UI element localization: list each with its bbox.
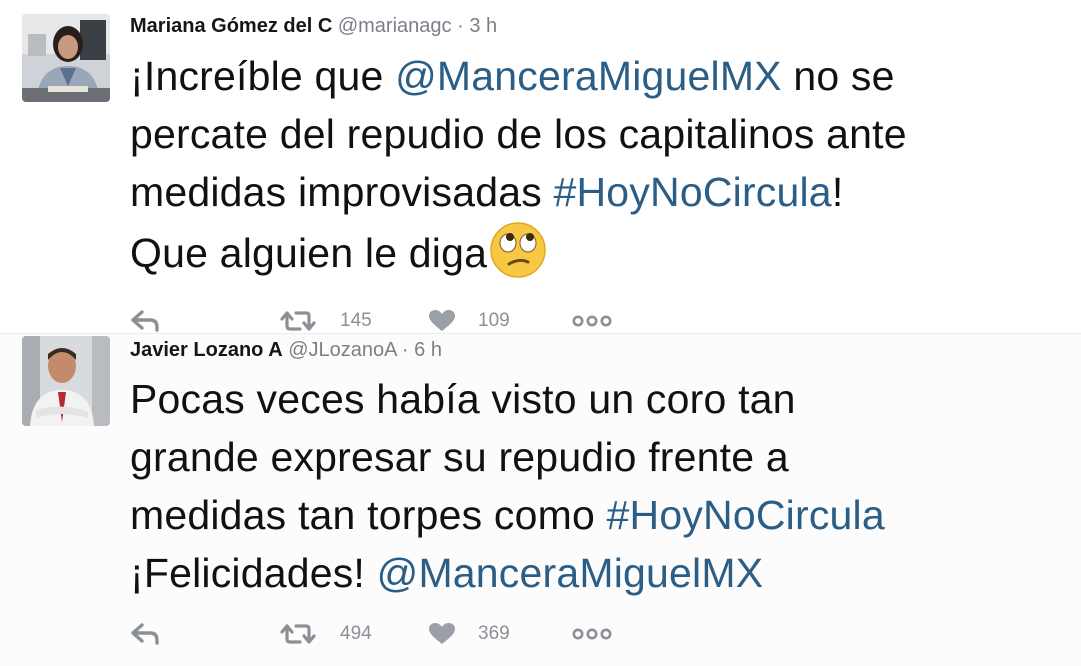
separator-dot: ·: [457, 15, 464, 37]
author-name[interactable]: Mariana Gómez del C: [130, 15, 332, 37]
tweet-text: ¡Increíble que @ManceraMiguelMX no se pe…: [130, 47, 1070, 294]
like-button[interactable]: 369: [428, 622, 510, 646]
reply-arrow-icon: [131, 623, 159, 645]
tweet-text-line: medidas improvisadas #HoyNoCircula!: [130, 163, 1070, 221]
text-segment: ¡Increíble que: [130, 53, 396, 99]
retweet-icon: [280, 624, 316, 644]
avatar[interactable]: [22, 14, 110, 102]
author-handle[interactable]: @marianagc: [338, 15, 452, 37]
heart-icon: [429, 310, 455, 331]
hashtag-link[interactable]: #HoyNoCircula: [554, 169, 832, 215]
text-segment: medidas improvisadas: [130, 169, 554, 215]
tweet-text-line: Que alguien le diga: [130, 221, 1070, 294]
text-segment: medidas tan torpes como: [130, 492, 607, 538]
tweet-text-line: medidas tan torpes como #HoyNoCircula: [130, 486, 1070, 544]
more-dots-icon: [572, 315, 612, 327]
face-with-rolling-eyes-emoji-icon: [489, 221, 547, 294]
tweet-text-line: ¡Increíble que @ManceraMiguelMX no se: [130, 47, 1070, 105]
hashtag-link[interactable]: #HoyNoCircula: [607, 492, 885, 538]
text-segment: ¡Felicidades!: [130, 550, 377, 596]
text-segment: Que alguien le diga: [130, 230, 488, 276]
tweet-header: Mariana Gómez del C @marianagc · 3 h: [130, 13, 497, 39]
reply-button[interactable]: [130, 309, 160, 333]
text-segment: Pocas veces había visto un coro tan: [130, 376, 796, 422]
retweet-count: 494: [340, 623, 372, 644]
tweet-text-line: ¡Felicidades! @ManceraMiguelMX: [130, 544, 1070, 602]
text-segment: percate del repudio de los capitalinos a…: [130, 111, 907, 157]
separator-dot: ·: [401, 339, 409, 361]
man-portrait-avatar-icon: [22, 336, 110, 426]
tweet: Mariana Gómez del C @marianagc · 3 h ¡In…: [0, 0, 1081, 333]
retweet-button[interactable]: 494: [278, 622, 372, 646]
retweet-icon: [280, 311, 316, 331]
more-button[interactable]: [572, 309, 612, 333]
tweet-text: Pocas veces había visto un coro tan gran…: [130, 370, 1070, 602]
text-segment: !: [831, 169, 844, 215]
mention-link[interactable]: @ManceraMiguelMX: [395, 53, 782, 99]
retweet-button[interactable]: 145: [278, 309, 372, 333]
timestamp[interactable]: 3 h: [469, 15, 497, 37]
like-count: 109: [478, 310, 510, 331]
text-segment: no se: [781, 53, 895, 99]
more-button[interactable]: [572, 622, 612, 646]
tweet-text-line: Pocas veces había visto un coro tan: [130, 370, 1070, 428]
author-handle[interactable]: @JLozanoA: [288, 339, 396, 361]
reply-button[interactable]: [130, 622, 160, 646]
like-button[interactable]: 109: [428, 309, 510, 333]
avatar[interactable]: [22, 336, 110, 426]
mention-link[interactable]: @ManceraMiguelMX: [377, 550, 764, 596]
tweet-header: Javier Lozano A @JLozanoA · 6 h: [130, 337, 442, 363]
tweet-feed: Mariana Gómez del C @marianagc · 3 h ¡In…: [0, 0, 1081, 666]
woman-portrait-avatar-icon: [22, 14, 110, 102]
timestamp[interactable]: 6 h: [414, 339, 442, 361]
tweet-text-line: grande expresar su repudio frente a: [130, 428, 1070, 486]
retweet-count: 145: [340, 310, 372, 331]
reply-arrow-icon: [131, 310, 159, 332]
text-segment: grande expresar su repudio frente a: [130, 434, 789, 480]
author-name[interactable]: Javier Lozano A: [130, 339, 283, 361]
heart-icon: [429, 623, 455, 644]
like-count: 369: [478, 623, 510, 644]
more-dots-icon: [572, 628, 612, 640]
tweet-text-line: percate del repudio de los capitalinos a…: [130, 105, 1070, 163]
tweet: Javier Lozano A @JLozanoA · 6 h Pocas ve…: [0, 333, 1081, 666]
